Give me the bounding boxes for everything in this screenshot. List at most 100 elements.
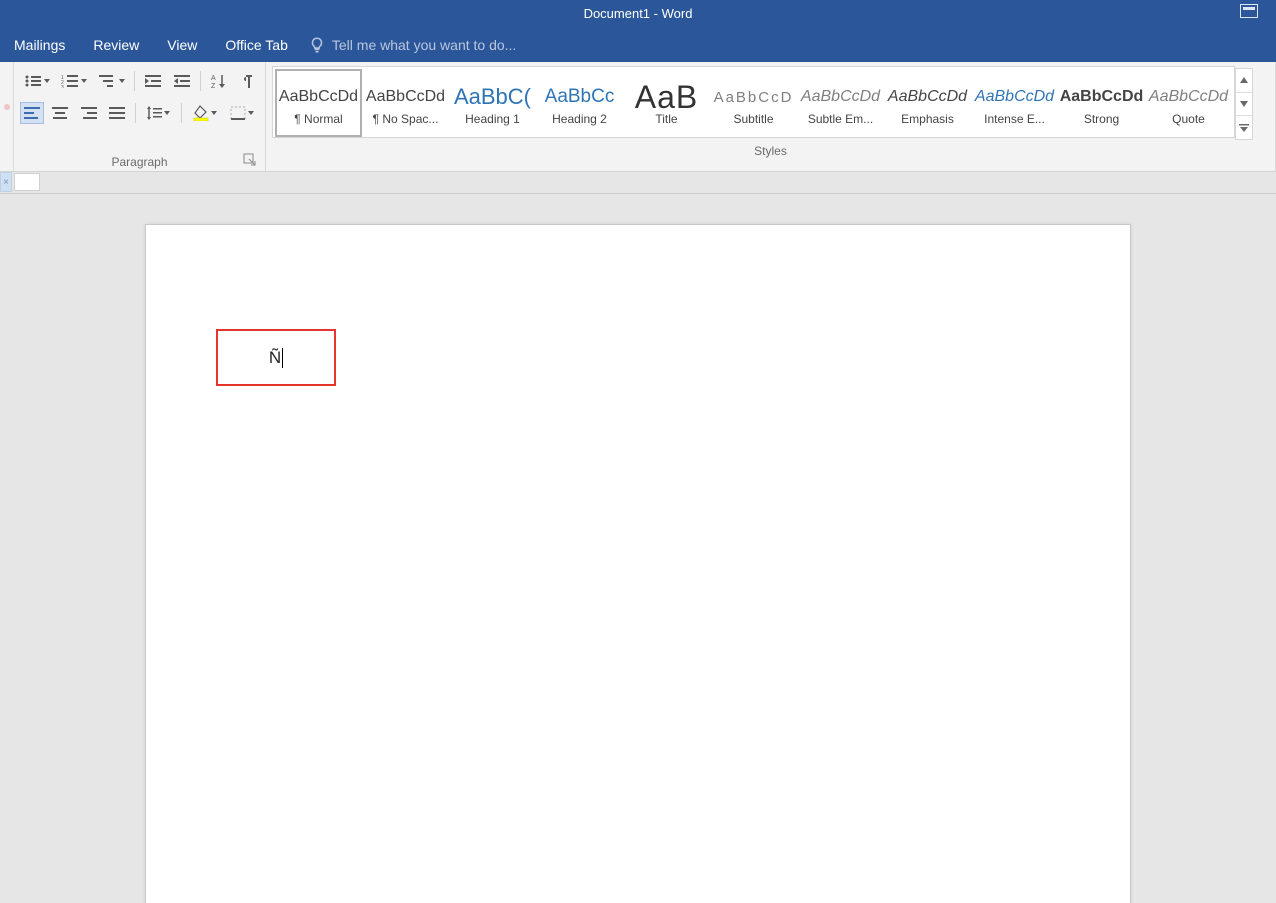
- svg-text:Z: Z: [211, 83, 216, 89]
- svg-text:3: 3: [61, 85, 64, 88]
- document-workspace: Ñ: [0, 194, 1276, 903]
- style-heading-1[interactable]: AaBbC(Heading 1: [449, 69, 536, 137]
- numbering-icon: 123: [61, 74, 79, 88]
- style-emphasis[interactable]: AaBbCcDdEmphasis: [884, 69, 971, 137]
- bullets-button[interactable]: [20, 70, 53, 92]
- gallery-scroll-down[interactable]: [1236, 93, 1252, 117]
- style-name-label: ¶ No Spac...: [365, 112, 446, 126]
- style-gallery-scroll: [1235, 68, 1253, 140]
- show-hide-marks-button[interactable]: [235, 70, 259, 92]
- style-name-label: Subtitle: [713, 112, 794, 126]
- borders-icon: [230, 106, 246, 120]
- group-label-paragraph: Paragraph: [20, 151, 259, 171]
- shading-button[interactable]: [188, 102, 221, 124]
- borders-button[interactable]: [226, 102, 259, 124]
- group-label-styles: Styles: [272, 140, 1269, 160]
- justify-icon: [109, 107, 125, 119]
- style-sample: AaBbCc: [545, 82, 615, 112]
- align-right-icon: [81, 107, 97, 119]
- style-sample: AaBbCcDd: [366, 82, 445, 112]
- align-left-icon: [24, 107, 40, 119]
- paragraph-dialog-launcher[interactable]: [243, 153, 257, 167]
- style-heading-2[interactable]: AaBbCcHeading 2: [536, 69, 623, 137]
- group-label-text: Paragraph: [111, 155, 167, 169]
- multilevel-list-icon: [99, 74, 117, 88]
- style-name-label: Title: [626, 112, 707, 126]
- annotation-highlight-box: Ñ: [216, 329, 336, 386]
- style-sample: AaB: [635, 82, 698, 112]
- style-gallery[interactable]: AaBbCcDd¶ NormalAaBbCcDd¶ No Spac...AaBb…: [272, 66, 1235, 138]
- tab-view[interactable]: View: [153, 27, 211, 62]
- tell-me-search[interactable]: Tell me what you want to do...: [308, 36, 516, 54]
- separator: [135, 103, 136, 123]
- group-label-text: Styles: [754, 144, 787, 158]
- document-text: Ñ: [269, 348, 281, 368]
- document-tab[interactable]: [14, 173, 40, 191]
- ribbon-display-options-icon[interactable]: [1240, 4, 1258, 18]
- style-sample: AaBbCcDd: [801, 82, 880, 112]
- group-styles: AaBbCcDd¶ NormalAaBbCcDd¶ No Spac...AaBb…: [266, 62, 1276, 171]
- increase-indent-icon: [174, 74, 190, 88]
- style-sample: AaBbCcDd: [975, 82, 1054, 112]
- lightbulb-icon: [308, 36, 326, 54]
- style-name-label: Heading 1: [452, 112, 533, 126]
- sort-icon: AZ: [211, 73, 227, 89]
- ribbon-left-sliver: [0, 62, 14, 171]
- style-title[interactable]: AaBTitle: [623, 69, 710, 137]
- separator: [181, 103, 182, 123]
- separator: [134, 71, 135, 91]
- tab-review[interactable]: Review: [79, 27, 153, 62]
- group-paragraph: 123 AZ: [14, 62, 266, 171]
- align-left-button[interactable]: [20, 102, 44, 124]
- document-tab-close[interactable]: ×: [0, 172, 12, 192]
- decrease-indent-button[interactable]: [141, 70, 165, 92]
- justify-button[interactable]: [105, 102, 129, 124]
- style-name-label: Emphasis: [887, 112, 968, 126]
- ribbon-tabs: Mailings Review View Office Tab Tell me …: [0, 27, 1276, 62]
- title-bar: Document1 - Word: [0, 0, 1276, 27]
- text-cursor: [282, 348, 283, 368]
- style-name-label: ¶ Normal: [279, 112, 358, 126]
- shading-icon: [193, 105, 209, 121]
- document-tab-strip: ×: [0, 172, 1276, 194]
- style-strong[interactable]: AaBbCcDdStrong: [1058, 69, 1145, 137]
- bullets-icon: [24, 74, 42, 88]
- svg-text:A: A: [211, 75, 216, 82]
- style-sample: AaBbCcD: [714, 82, 794, 112]
- increase-indent-button[interactable]: [169, 70, 193, 92]
- line-spacing-button[interactable]: [142, 102, 175, 124]
- numbering-button[interactable]: 123: [57, 70, 90, 92]
- style-subtle-em[interactable]: AaBbCcDdSubtle Em...: [797, 69, 884, 137]
- line-spacing-icon: [146, 106, 162, 120]
- style-name-label: Subtle Em...: [800, 112, 881, 126]
- window-title: Document1 - Word: [584, 6, 693, 21]
- separator: [200, 71, 201, 91]
- style-name-label: Quote: [1148, 112, 1229, 126]
- decrease-indent-icon: [145, 74, 161, 88]
- align-center-icon: [52, 107, 68, 119]
- align-center-button[interactable]: [48, 102, 72, 124]
- style-sample: AaBbCcDd: [279, 82, 358, 112]
- gallery-expand[interactable]: [1236, 116, 1252, 139]
- sort-button[interactable]: AZ: [207, 70, 231, 92]
- clipboard-cut-icon: [4, 104, 10, 110]
- multilevel-list-button[interactable]: [95, 70, 128, 92]
- tab-mailings[interactable]: Mailings: [0, 27, 79, 62]
- style-no-spac[interactable]: AaBbCcDd¶ No Spac...: [362, 69, 449, 137]
- style-quote[interactable]: AaBbCcDdQuote: [1145, 69, 1232, 137]
- style-intense-e[interactable]: AaBbCcDdIntense E...: [971, 69, 1058, 137]
- style-name-label: Heading 2: [539, 112, 620, 126]
- style-sample: AaBbC(: [454, 82, 531, 112]
- style-name-label: Intense E...: [974, 112, 1055, 126]
- style-subtitle[interactable]: AaBbCcDSubtitle: [710, 69, 797, 137]
- style-sample: AaBbCcDd: [1149, 82, 1228, 112]
- tell-me-placeholder: Tell me what you want to do...: [332, 37, 516, 53]
- document-page[interactable]: Ñ: [145, 224, 1131, 903]
- style-name-label: Strong: [1061, 112, 1142, 126]
- align-right-button[interactable]: [76, 102, 100, 124]
- pilcrow-icon: [240, 73, 254, 89]
- gallery-scroll-up[interactable]: [1236, 69, 1252, 93]
- style-normal[interactable]: AaBbCcDd¶ Normal: [275, 69, 362, 137]
- style-sample: AaBbCcDd: [1060, 82, 1144, 112]
- tab-office-tab[interactable]: Office Tab: [211, 27, 302, 62]
